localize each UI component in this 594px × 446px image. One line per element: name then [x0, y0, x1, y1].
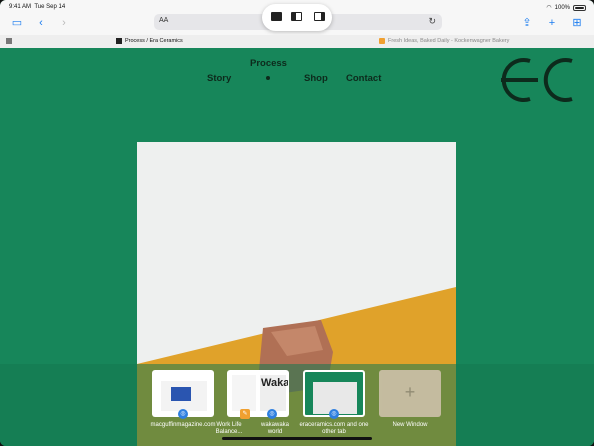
waka-thumb-text: Waka [261, 377, 289, 389]
era-ceramics-logo[interactable] [500, 55, 580, 105]
new-tab-icon[interactable]: + [545, 16, 559, 30]
split-view-icon[interactable] [291, 12, 302, 21]
fullscreen-icon[interactable] [271, 12, 282, 21]
status-right: ◠ 100% [546, 4, 586, 11]
back-icon[interactable]: ‹ [34, 16, 48, 30]
safari-badge-icon-3: ◎ [329, 409, 339, 419]
slide-over-icon[interactable] [314, 12, 325, 21]
wifi-icon: ◠ [546, 5, 552, 11]
window-thumb-worklife[interactable]: Waka [227, 370, 289, 417]
tab-bakery[interactable]: Fresh Ideas, Baked Daily - Kockenwagner … [379, 35, 509, 48]
reload-icon[interactable]: ↻ [428, 16, 436, 27]
status-time-date: 9:41 AM Tue Sep 14 [9, 4, 66, 10]
nav-story[interactable]: Story [207, 73, 231, 84]
window-label-wakawaka: wakawaka world [260, 422, 289, 435]
nav-active-dot [266, 76, 270, 80]
safari-badge-icon-2: ◎ [267, 409, 277, 419]
tab-bar: Process / Era Ceramics Fresh Ideas, Bake… [0, 35, 594, 48]
pages-badge-icon: ✎ [240, 409, 250, 419]
safari-badge-icon: ◎ [178, 409, 188, 419]
new-window-label: New Window [392, 422, 428, 428]
window-label-worklife: Work Life Balance... [215, 422, 243, 435]
bakery-favicon-icon [379, 37, 385, 44]
multitasking-menu [262, 4, 332, 31]
battery-percent: 100% [554, 4, 570, 11]
sidebar-icon[interactable]: ▭ [10, 16, 24, 30]
share-icon[interactable]: ⇪ [520, 16, 534, 30]
ipad-screen: 9:41 AM Tue Sep 14 ◠ 100% ▭ ‹ › ⇪ + ⊞ AA… [0, 0, 594, 446]
nav-contact[interactable]: Contact [346, 73, 381, 84]
forward-icon[interactable]: › [57, 16, 71, 30]
battery-icon [573, 4, 586, 11]
plus-icon: + [404, 382, 416, 402]
text-size-button[interactable]: AA [159, 17, 168, 24]
web-content: Story Process Shop Contact ◎ macguffinma… [0, 48, 594, 446]
app-switcher-shelf: ◎ macguffinmagazine.com Waka ✎ ◎ Work Li… [0, 364, 594, 446]
window-label-eraceramics: eraceramics.com and one other tab [299, 422, 369, 435]
home-indicator[interactable] [222, 437, 372, 440]
tab-era-ceramics[interactable]: Process / Era Ceramics [116, 35, 183, 48]
nav-process[interactable]: Process [250, 58, 287, 69]
nav-shop[interactable]: Shop [304, 73, 328, 84]
tab-grid-icon[interactable]: ⊞ [570, 16, 584, 30]
tab-overview-icon[interactable] [6, 38, 12, 44]
new-window-button[interactable]: + [379, 370, 441, 417]
era-favicon-icon [116, 37, 122, 44]
